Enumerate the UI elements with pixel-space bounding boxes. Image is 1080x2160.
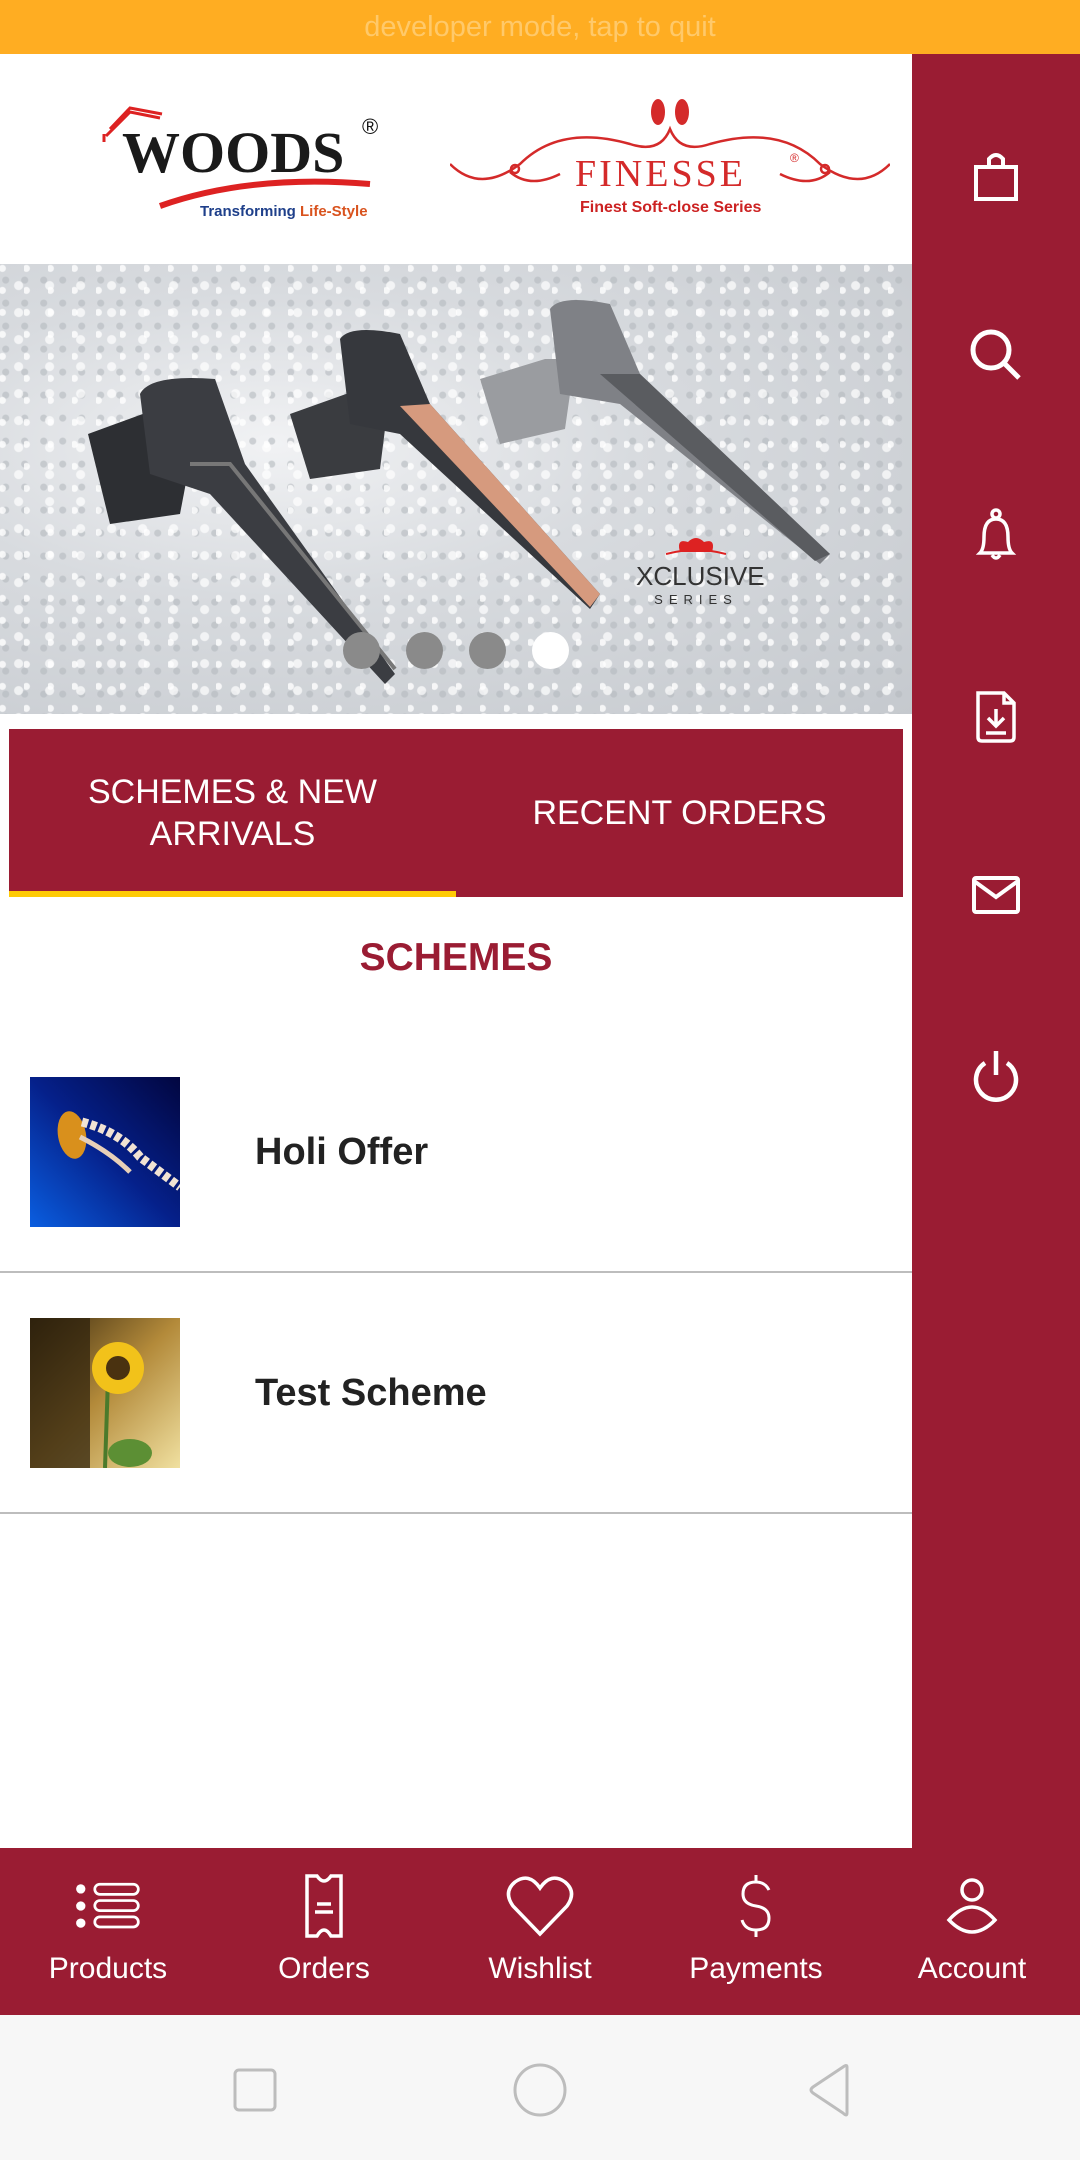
triangle-back-icon bbox=[809, 2064, 849, 2117]
receipt-icon bbox=[305, 1874, 343, 1938]
scheme-thumbnail-sunflower bbox=[30, 1318, 180, 1468]
downloads-button[interactable] bbox=[912, 655, 1080, 775]
file-download-icon bbox=[976, 691, 1016, 743]
leaf-icon bbox=[651, 99, 689, 125]
scheme-thumbnail-jellyfish bbox=[30, 1077, 180, 1227]
home-button[interactable] bbox=[505, 2055, 575, 2125]
product-carousel[interactable]: XCLUSIVE SERIES bbox=[0, 264, 912, 714]
svg-text:®: ® bbox=[790, 151, 799, 165]
header: WOODS ® Transforming Life-Style FINESSE … bbox=[0, 54, 912, 264]
nav-account[interactable]: Account bbox=[864, 1848, 1080, 2015]
list-item[interactable]: Holi Offer bbox=[0, 1032, 912, 1273]
carousel-dot[interactable] bbox=[469, 632, 506, 669]
cart-button[interactable] bbox=[912, 115, 1080, 235]
notifications-button[interactable] bbox=[912, 475, 1080, 595]
sidebar bbox=[912, 54, 1080, 1848]
schemes-list: Holi Offer Test Scheme bbox=[0, 1032, 912, 1514]
carousel-dot[interactable] bbox=[406, 632, 443, 669]
bell-icon bbox=[975, 508, 1017, 560]
xclusive-series-badge: XCLUSIVE SERIES bbox=[636, 534, 765, 607]
tab-bar: SCHEMES & NEW ARRIVALS RECENT ORDERS bbox=[9, 729, 903, 897]
finesse-logo: FINESSE ® Finest Soft-close Series bbox=[450, 99, 890, 216]
shopping-bag-icon bbox=[974, 153, 1018, 201]
svg-text:FINESSE: FINESSE bbox=[575, 153, 746, 195]
carousel-dot-active[interactable] bbox=[532, 632, 569, 669]
tab-recent-orders[interactable]: RECENT ORDERS bbox=[456, 729, 903, 897]
nav-label: Orders bbox=[278, 1952, 370, 1985]
svg-text:Transforming Life-Style: Transforming Life-Style bbox=[200, 203, 368, 220]
dollar-icon bbox=[740, 1875, 771, 1937]
heart-icon bbox=[506, 1876, 574, 1937]
nav-products[interactable]: Products bbox=[0, 1848, 216, 2015]
nav-wishlist[interactable]: Wishlist bbox=[432, 1848, 648, 2015]
tab-schemes-new-arrivals[interactable]: SCHEMES & NEW ARRIVALS bbox=[9, 729, 456, 897]
svg-text:Finest Soft-close Series: Finest Soft-close Series bbox=[580, 199, 761, 216]
carousel-indicators bbox=[0, 632, 912, 669]
system-navigation-bar bbox=[0, 2015, 1080, 2160]
search-button[interactable] bbox=[912, 295, 1080, 415]
scheme-title: Test Scheme bbox=[255, 1372, 487, 1414]
section-title: SCHEMES bbox=[359, 936, 553, 979]
square-icon bbox=[233, 2068, 277, 2112]
back-button[interactable] bbox=[795, 2055, 865, 2125]
carousel-dot[interactable] bbox=[343, 632, 380, 669]
logout-button[interactable] bbox=[912, 1015, 1080, 1135]
developer-mode-banner[interactable]: developer mode, tap to quit bbox=[0, 0, 1080, 54]
recent-apps-button[interactable] bbox=[220, 2055, 290, 2125]
list-icon bbox=[76, 1882, 140, 1929]
nav-orders[interactable]: Orders bbox=[216, 1848, 432, 2015]
crown-icon bbox=[665, 538, 727, 555]
bottom-navigation: Products Orders Wishlist Payments Accoun… bbox=[0, 1848, 1080, 2015]
nav-label: Account bbox=[917, 1952, 1027, 1985]
svg-text:®: ® bbox=[362, 114, 378, 139]
nav-label: Payments bbox=[689, 1952, 823, 1985]
messages-button[interactable] bbox=[912, 835, 1080, 955]
list-item[interactable]: Test Scheme bbox=[0, 1273, 912, 1514]
woods-wordmark: WOODS bbox=[122, 120, 344, 185]
app-screen: developer mode, tap to quit WOODS ® Tran… bbox=[0, 0, 1080, 2160]
developer-mode-text: developer mode, tap to quit bbox=[364, 10, 716, 43]
scheme-title: Holi Offer bbox=[255, 1131, 429, 1173]
nav-label: Wishlist bbox=[488, 1952, 592, 1985]
woods-logo: WOODS ® Transforming Life-Style bbox=[102, 106, 378, 220]
power-icon bbox=[973, 1051, 1019, 1102]
user-icon bbox=[946, 1878, 998, 1934]
mail-icon bbox=[972, 876, 1020, 914]
circle-icon bbox=[513, 2063, 567, 2117]
search-icon bbox=[970, 329, 1021, 380]
nav-payments[interactable]: Payments bbox=[648, 1848, 864, 2015]
nav-label: Products bbox=[48, 1952, 168, 1985]
